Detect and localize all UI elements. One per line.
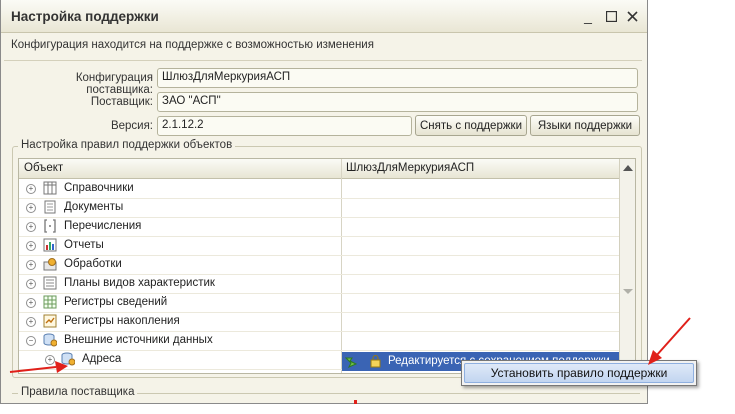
annotation-mark (354, 400, 357, 404)
annotation-arrow-right (648, 317, 691, 365)
annotation-arrow-left (9, 361, 68, 373)
annotation-overlay (9, 317, 691, 404)
